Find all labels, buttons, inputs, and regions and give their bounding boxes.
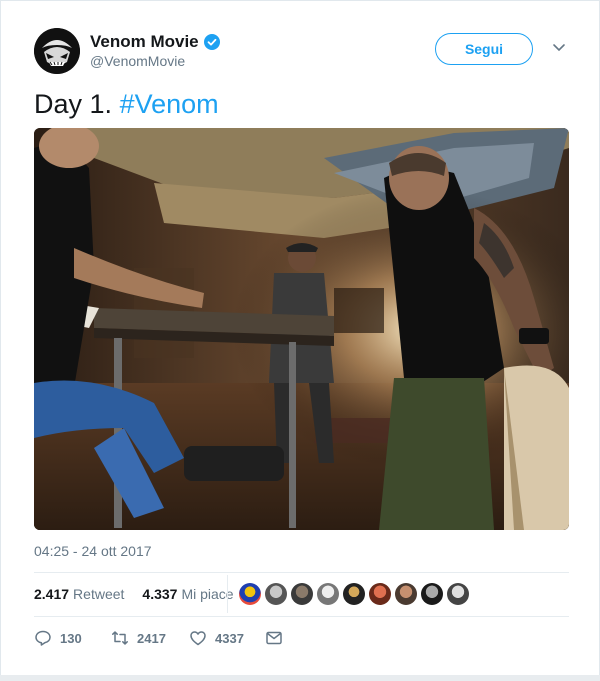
retweet-button[interactable]: 2417 <box>111 629 189 647</box>
liker-avatars <box>239 583 469 605</box>
liker-avatar[interactable] <box>317 583 339 605</box>
page-bottom-strip <box>0 675 600 681</box>
liker-avatar[interactable] <box>239 583 261 605</box>
tweet-card: Venom Movie @VenomMovie Segui Day 1. #Ve… <box>0 0 600 676</box>
liker-avatar[interactable] <box>369 583 391 605</box>
envelope-icon <box>266 631 282 645</box>
tweet-photo[interactable] <box>34 128 569 530</box>
follow-button[interactable]: Segui <box>435 33 533 65</box>
avatar[interactable] <box>34 28 80 74</box>
tweet-text: Day 1. #Venom <box>34 89 219 120</box>
retweet-count: 2417 <box>137 630 166 646</box>
retweets-label[interactable]: Retweet <box>73 586 124 602</box>
likes-label[interactable]: Mi piace <box>181 586 233 602</box>
venom-avatar-icon <box>34 28 80 74</box>
display-name[interactable]: Venom Movie <box>90 32 220 52</box>
stats-divider <box>227 575 228 613</box>
reply-count: 130 <box>60 630 82 646</box>
retweets-count[interactable]: 2.417 <box>34 586 69 602</box>
like-button[interactable]: 4337 <box>189 629 265 647</box>
engagement-stats: 2.417 Retweet 4.337 Mi piace <box>34 586 234 602</box>
likes-count[interactable]: 4.337 <box>142 586 177 602</box>
liker-avatar[interactable] <box>447 583 469 605</box>
hashtag-link[interactable]: #Venom <box>120 89 219 119</box>
liker-avatar[interactable] <box>265 583 287 605</box>
chevron-down-icon[interactable] <box>552 43 566 53</box>
display-name-text: Venom Movie <box>90 32 199 51</box>
user-handle[interactable]: @VenomMovie <box>90 53 185 69</box>
direct-message-button[interactable] <box>265 629 283 647</box>
tweet-timestamp[interactable]: 04:25 - 24 ott 2017 <box>34 543 152 559</box>
retweet-icon <box>112 631 128 645</box>
tweet-text-body: Day 1. <box>34 89 113 119</box>
divider <box>34 616 569 617</box>
like-count: 4337 <box>215 630 244 646</box>
liker-avatar[interactable] <box>421 583 443 605</box>
verified-badge-icon <box>203 34 220 50</box>
divider <box>34 572 569 573</box>
reply-button[interactable]: 130 <box>34 629 111 647</box>
reply-icon <box>35 630 51 646</box>
liker-avatar[interactable] <box>343 583 365 605</box>
liker-avatar[interactable] <box>395 583 417 605</box>
action-bar: 130 2417 4337 <box>34 629 283 647</box>
heart-icon <box>190 631 206 646</box>
movie-set-photo <box>34 128 569 530</box>
liker-avatar[interactable] <box>291 583 313 605</box>
